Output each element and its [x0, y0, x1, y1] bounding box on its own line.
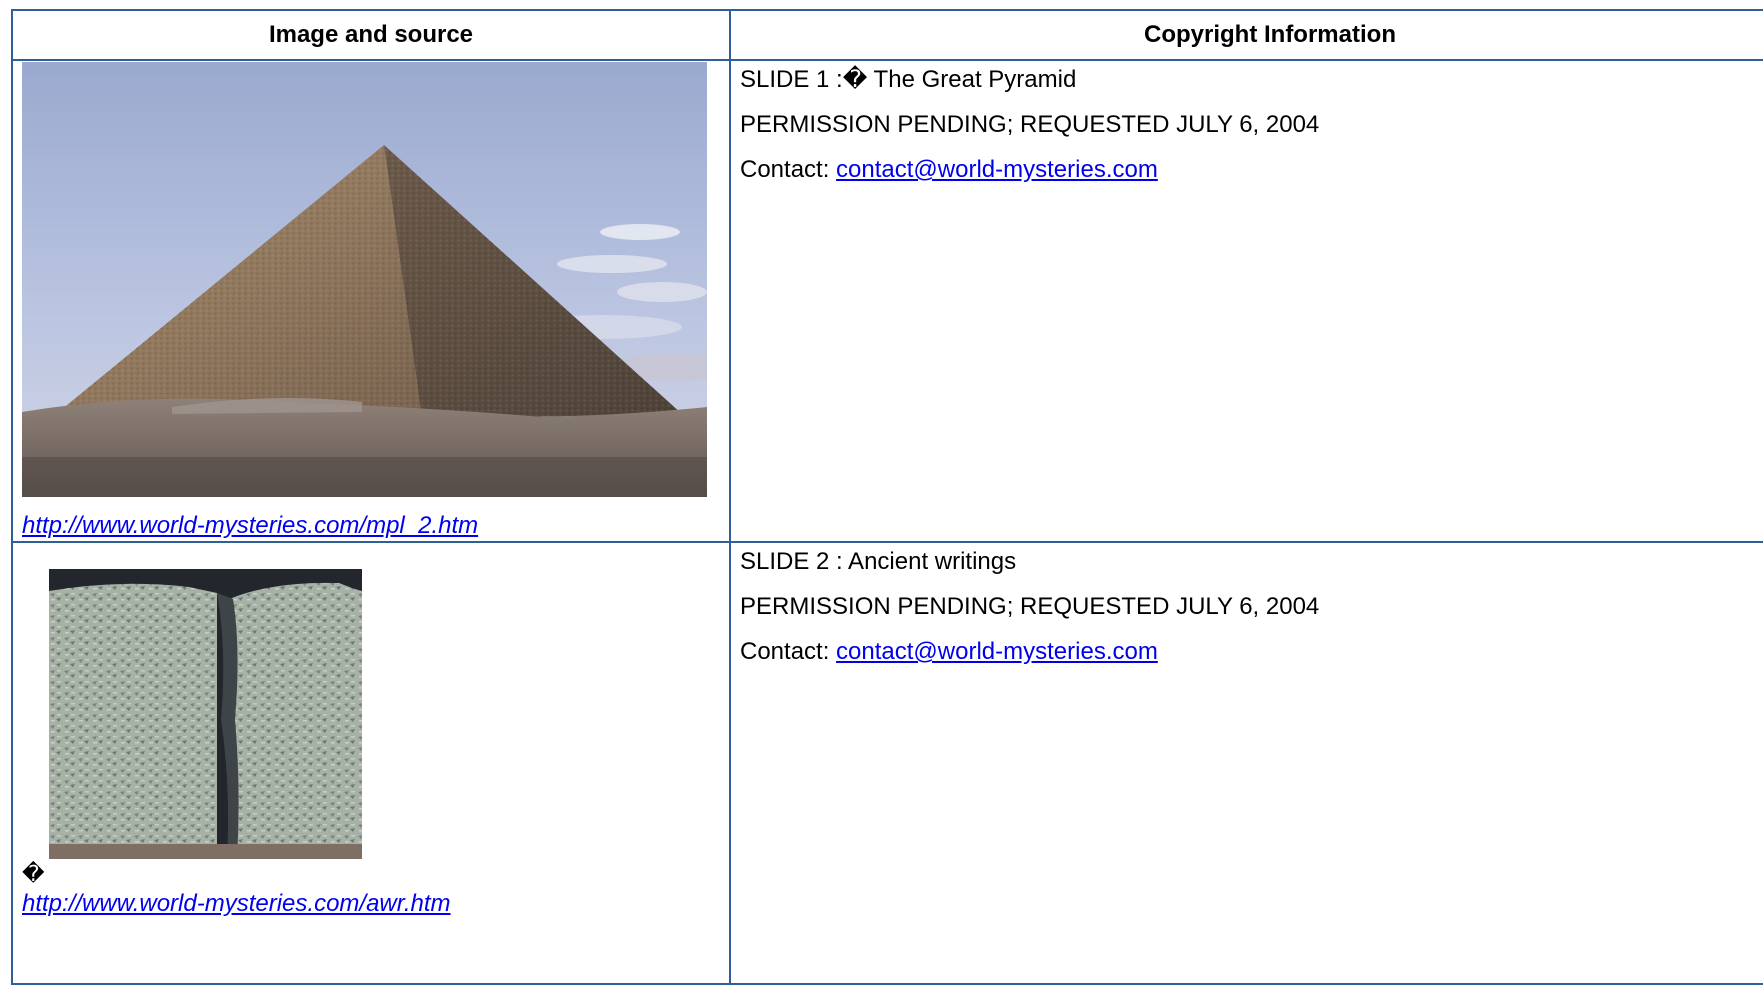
source-cell: http://www.world-mysteries.com/mpl_2.htm: [22, 511, 729, 541]
slide-title: SLIDE 1 :� The Great Pyramid: [740, 66, 1077, 93]
replacement-glyph: �: [22, 861, 45, 886]
copyright-info-cell: SLIDE 1 :� The Great Pyramid PERMISSION …: [729, 59, 1763, 543]
page: Image and source Copyright Information h…: [0, 0, 1763, 992]
contact-line: Contact: contact@world-mysteries.com: [740, 155, 1763, 185]
great-pyramid-photo: [22, 62, 707, 497]
contact-label: Contact:: [740, 156, 837, 183]
contact-email-link[interactable]: contact@world-mysteries.com: [836, 638, 1158, 665]
header-copyright-information: Copyright Information: [729, 9, 1763, 61]
copyright-table: Image and source Copyright Information h…: [11, 9, 1763, 985]
table-header-row: Image and source Copyright Information: [11, 9, 1763, 61]
permission-status: PERMISSION PENDING; REQUESTED JULY 6, 20…: [740, 593, 1320, 620]
header-image-and-source: Image and source: [11, 9, 731, 61]
contact-label: Contact:: [740, 638, 837, 665]
table-row: http://www.world-mysteries.com/mpl_2.htm…: [11, 59, 1763, 543]
source-link[interactable]: http://www.world-mysteries.com/awr.htm: [22, 890, 451, 917]
cuneiform-tablet-photo: [49, 569, 362, 859]
image-source-cell: � http://www.world-mysteries.com/awr.htm: [11, 541, 731, 985]
copyright-info-cell: SLIDE 2 : Ancient writings PERMISSION PE…: [729, 541, 1763, 985]
table-row: � http://www.world-mysteries.com/awr.htm…: [11, 541, 1763, 985]
contact-line: Contact: contact@world-mysteries.com: [740, 637, 1763, 667]
image-source-cell: http://www.world-mysteries.com/mpl_2.htm: [11, 59, 731, 543]
contact-email-link[interactable]: contact@world-mysteries.com: [836, 156, 1158, 183]
copyright-table-container: Image and source Copyright Information h…: [11, 9, 1763, 985]
source-link[interactable]: http://www.world-mysteries.com/mpl_2.htm: [22, 512, 478, 539]
source-cell: http://www.world-mysteries.com/awr.htm: [22, 889, 729, 919]
tablet-image-area: �: [22, 569, 729, 887]
permission-status: PERMISSION PENDING; REQUESTED JULY 6, 20…: [740, 111, 1320, 138]
slide-title: SLIDE 2 : Ancient writings: [740, 548, 1017, 575]
